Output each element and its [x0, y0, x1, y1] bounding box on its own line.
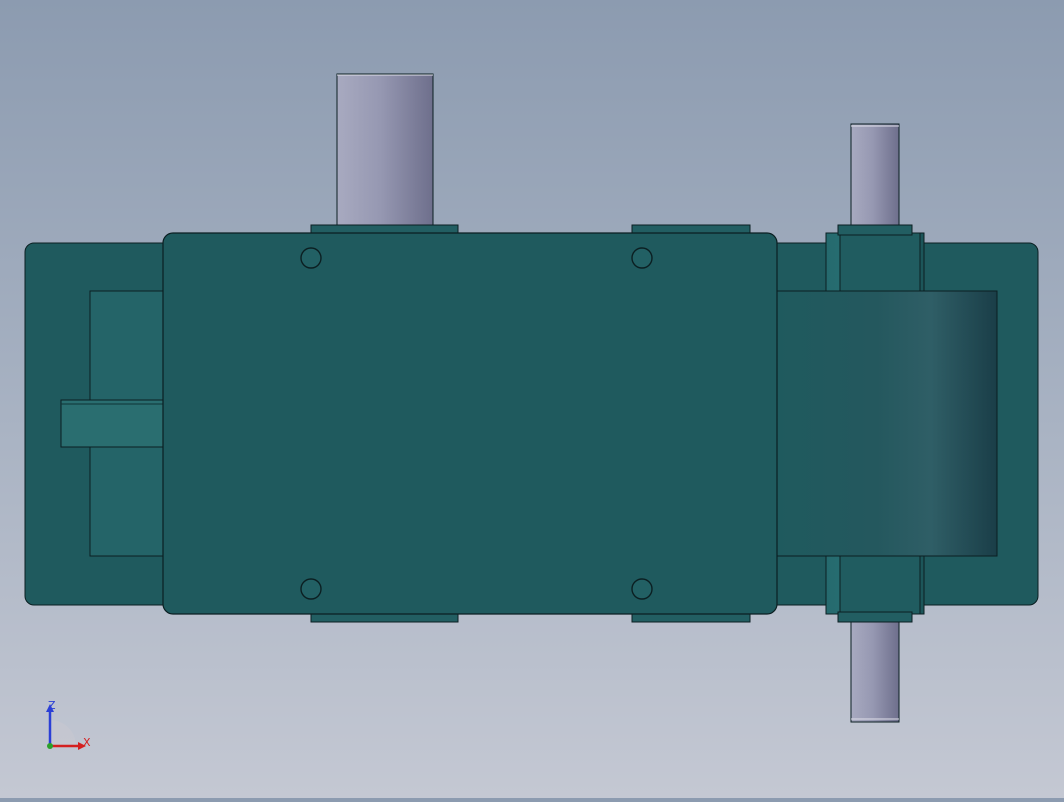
bolt-hole[interactable]: [300, 578, 322, 600]
graphics-viewport[interactable]: Z X: [0, 0, 1064, 798]
bolt-hole[interactable]: [631, 578, 653, 600]
x-axis-label: X: [83, 736, 91, 749]
left-key[interactable]: [60, 399, 166, 448]
worm-drum[interactable]: [776, 290, 998, 557]
z-axis-label: Z: [48, 699, 56, 712]
output-shaft[interactable]: [336, 73, 434, 235]
bolt-hole[interactable]: [300, 247, 322, 269]
y-axis-dot: [47, 743, 53, 749]
gearbox-model[interactable]: [0, 0, 1064, 798]
main-housing[interactable]: [162, 232, 778, 615]
input-shaft-top[interactable]: [850, 123, 900, 235]
input-shaft-bottom[interactable]: [850, 617, 900, 723]
bolt-hole[interactable]: [631, 247, 653, 269]
axis-triad: Z X: [46, 699, 91, 750]
